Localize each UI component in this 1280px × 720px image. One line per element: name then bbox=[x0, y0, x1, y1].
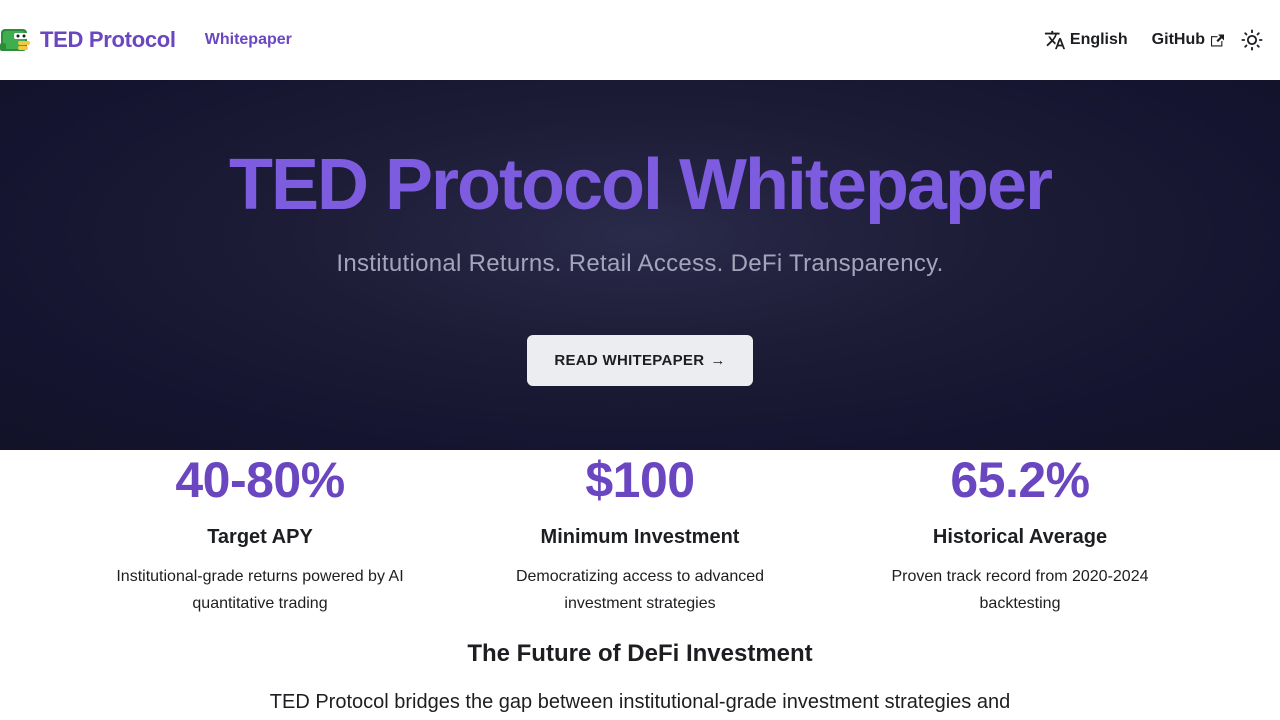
arrow-right-icon: → bbox=[710, 352, 726, 369]
section-heading-future: The Future of DeFi Investment bbox=[467, 640, 813, 667]
stat-card-historical-average: 65.2% Historical Average Proven track re… bbox=[830, 450, 1210, 617]
theme-toggle-button[interactable] bbox=[1240, 28, 1264, 52]
stats-section: 40-80% Target APY Institutional-grade re… bbox=[0, 450, 1280, 625]
stat-description: Proven track record from 2020-2024 backt… bbox=[891, 568, 1149, 612]
stat-card-minimum-investment: $100 Minimum Investment Democratizing ac… bbox=[450, 450, 830, 617]
stat-label: Historical Average bbox=[932, 526, 1108, 548]
read-whitepaper-label: READ WHITEPAPER bbox=[554, 352, 705, 369]
read-whitepaper-button[interactable]: READ WHITEPAPER → bbox=[527, 335, 753, 386]
stat-description: Institutional-grade returns powered by A… bbox=[116, 568, 404, 612]
brand-link[interactable]: TED Protocol bbox=[0, 0, 176, 80]
stat-label: Minimum Investment bbox=[540, 526, 740, 548]
stat-value: $100 bbox=[585, 452, 695, 508]
navbar-left: TED Protocol Whitepaper bbox=[0, 0, 292, 80]
stat-description: Democratizing access to advanced investm… bbox=[515, 568, 765, 612]
hero-title: TED Protocol Whitepaper bbox=[228, 145, 1053, 225]
section-paragraph: TED Protocol bridges the gap between ins… bbox=[269, 691, 1011, 713]
stat-value: 40-80% bbox=[175, 452, 345, 508]
language-dropdown[interactable]: English bbox=[1044, 29, 1128, 51]
translate-icon bbox=[1044, 30, 1065, 50]
dinosaur-logo-icon bbox=[0, 29, 30, 51]
nav-link-whitepaper[interactable]: Whitepaper bbox=[205, 31, 292, 49]
github-label: GitHub bbox=[1151, 31, 1205, 48]
language-label: English bbox=[1069, 31, 1128, 48]
navbar-right: English GitHub bbox=[1044, 0, 1264, 80]
stat-label: Target APY bbox=[207, 526, 313, 548]
hero-banner: TED Protocol Whitepaper Institutional Re… bbox=[0, 80, 1280, 450]
navbar: TED Protocol Whitepaper English GitHub bbox=[0, 0, 1280, 80]
github-link[interactable]: GitHub bbox=[1152, 31, 1224, 49]
hero-subtitle: Institutional Returns. Retail Access. De… bbox=[336, 250, 944, 277]
brand-title: TED Protocol bbox=[40, 27, 176, 52]
stat-value: 65.2% bbox=[950, 452, 1090, 508]
external-link-icon bbox=[1211, 34, 1224, 46]
sun-icon bbox=[1241, 29, 1263, 51]
stat-card-target-apy: 40-80% Target APY Institutional-grade re… bbox=[70, 450, 450, 617]
